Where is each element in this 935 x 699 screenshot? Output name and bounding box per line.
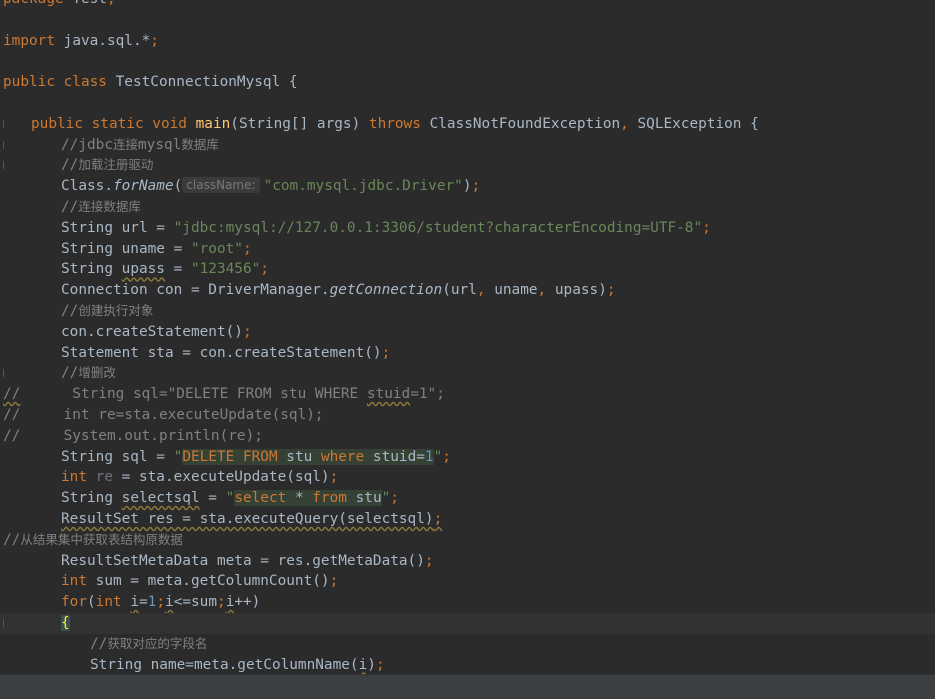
code-line-text: //加载注册驱动: [61, 157, 154, 174]
code-line[interactable]: //获取对应的字段名: [0, 634, 935, 655]
code-line-text: String url = "jdbc:mysql://127.0.0.1:330…: [61, 219, 711, 236]
code-line[interactable]: for(int i=1;i<=sum;i++): [0, 592, 935, 613]
code-line-text: {: [61, 615, 70, 631]
code-line[interactable]: // System.out.println(re);: [0, 426, 935, 447]
code-line-text: String sql = "DELETE FROM stu where stui…: [61, 448, 451, 465]
gutter-marker: [3, 619, 4, 627]
gutter-marker: [3, 161, 4, 170]
code-line-text: //获取对应的字段名: [90, 635, 208, 652]
code-line[interactable]: //从结果集中获取表结构原数据: [0, 530, 935, 551]
code-line-text: for(int i=1;i<=sum;i++): [61, 594, 261, 611]
code-line[interactable]: // int re=sta.executeUpdate(sql);: [0, 405, 935, 426]
code-line-text: //创建执行对象: [61, 303, 154, 319]
code-line-text: String uname = "root";: [61, 240, 252, 257]
code-line[interactable]: int sum = meta.getColumnCount();: [0, 571, 935, 592]
code-line[interactable]: import java.sql.*;: [0, 31, 935, 52]
code-line-text: Statement sta = con.createStatement();: [61, 344, 391, 361]
code-line[interactable]: String url = "jdbc:mysql://127.0.0.1:330…: [0, 218, 935, 239]
code-line-text: //jdbc连接mysql数据库: [61, 136, 219, 153]
code-line[interactable]: ResultSet res = sta.executeQuery(selects…: [0, 509, 935, 530]
code-line-text: ResultSet res = sta.executeQuery(selects…: [61, 511, 443, 527]
code-line[interactable]: //jdbc连接mysql数据库: [0, 135, 935, 156]
code-line[interactable]: Statement sta = con.createStatement();: [0, 343, 935, 364]
code-line-text: //增删改: [61, 365, 116, 382]
code-line[interactable]: public class TestConnectionMysql {: [0, 72, 935, 93]
gutter-marker: [3, 140, 4, 149]
code-line-text: // String sql="DELETE FROM stu WHERE stu…: [3, 386, 445, 403]
code-line[interactable]: //创建执行对象: [0, 301, 935, 322]
code-line-text: package Test;: [3, 0, 116, 10]
code-line[interactable]: // String sql="DELETE FROM stu WHERE stu…: [0, 384, 935, 405]
code-line[interactable]: String sql = "DELETE FROM stu where stui…: [0, 447, 935, 468]
code-line-text: public static void main(String[] args) t…: [31, 115, 759, 132]
code-line-text: public class TestConnectionMysql {: [3, 74, 298, 91]
code-editor[interactable]: package Test; import java.sql.*; public cl…: [0, 0, 935, 674]
code-line[interactable]: //连接数据库: [0, 197, 935, 218]
code-line[interactable]: {: [0, 613, 935, 634]
code-line[interactable]: String selectsql = "select * from stu";: [0, 488, 935, 509]
code-line[interactable]: con.createStatement();: [0, 322, 935, 343]
code-line-text: //从结果集中获取表结构原数据: [3, 531, 183, 548]
code-line-text: String selectsql = "select * from stu";: [61, 490, 399, 507]
code-line-text: Class.forName(className: "com.mysql.jdbc.…: [61, 177, 481, 195]
code-line[interactable]: [0, 93, 935, 114]
gutter-marker: [3, 119, 4, 128]
gutter-marker: [3, 369, 4, 378]
code-line[interactable]: String name=meta.getColumnName(i);: [0, 655, 935, 674]
code-line[interactable]: //增删改: [0, 363, 935, 384]
code-line-text: int sum = meta.getColumnCount();: [61, 573, 339, 590]
code-line-text: con.createStatement();: [61, 323, 252, 340]
status-bar: [0, 674, 935, 699]
code-line-text: ResultSetMetaData meta = res.getMetaData…: [61, 552, 434, 569]
code-line[interactable]: package Test;: [0, 0, 935, 10]
code-line[interactable]: [0, 51, 935, 72]
code-line[interactable]: int re = sta.executeUpdate(sql);: [0, 467, 935, 488]
code-line[interactable]: Connection con = DriverManager.getConnec…: [0, 280, 935, 301]
code-line[interactable]: [0, 10, 935, 31]
code-line[interactable]: public static void main(String[] args) t…: [0, 114, 935, 135]
code-line[interactable]: Class.forName(className: "com.mysql.jdbc.…: [0, 176, 935, 197]
code-line-text: import java.sql.*;: [3, 32, 159, 49]
code-line[interactable]: String upass = "123456";: [0, 259, 935, 280]
code-line[interactable]: ResultSetMetaData meta = res.getMetaData…: [0, 551, 935, 572]
code-line-text: // int re=sta.executeUpdate(sql);: [3, 407, 324, 423]
code-line-text: int re = sta.executeUpdate(sql);: [61, 469, 339, 486]
code-line[interactable]: //加载注册驱动: [0, 155, 935, 176]
code-line-text: String name=meta.getColumnName(i);: [90, 656, 385, 673]
code-line-text: // System.out.println(re);: [3, 427, 263, 444]
code-line[interactable]: String uname = "root";: [0, 239, 935, 260]
code-line-text: String upass = "123456";: [61, 261, 269, 278]
code-line-text: //连接数据库: [61, 199, 141, 215]
code-line-text: Connection con = DriverManager.getConnec…: [61, 282, 616, 299]
